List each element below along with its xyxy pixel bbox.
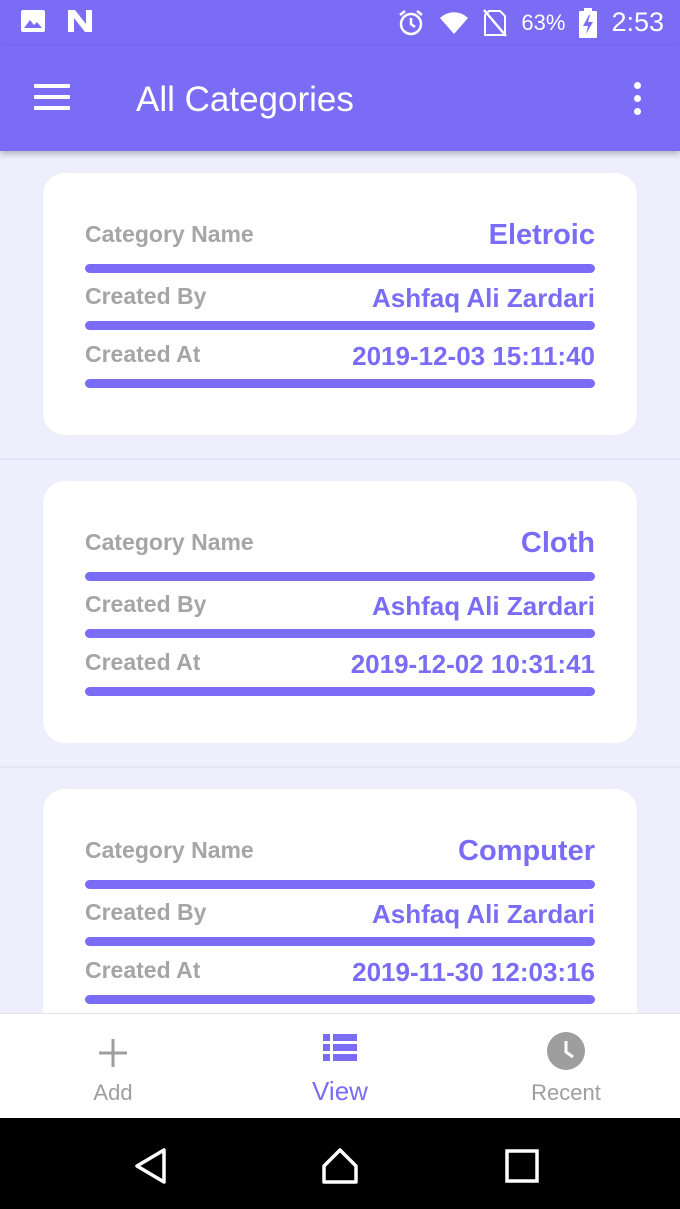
created-at-label: Created At xyxy=(85,341,201,367)
category-card: Category Name Cloth Created By Ashfaq Al… xyxy=(0,459,680,767)
category-card: Category Name Computer Created By Ashfaq… xyxy=(0,767,680,1013)
category-name-label: Category Name xyxy=(85,221,254,247)
category-name-value: Eletroic xyxy=(488,219,595,251)
category-name-label: Category Name xyxy=(85,529,254,555)
home-icon[interactable] xyxy=(321,1147,359,1185)
divider-bar xyxy=(85,995,595,1004)
no-sim-icon xyxy=(483,8,508,37)
image-icon xyxy=(20,9,46,33)
system-navigation-bar xyxy=(0,1118,680,1209)
category-name-value: Computer xyxy=(458,835,595,867)
created-by-row: Created By Ashfaq Ali Zardari xyxy=(85,897,595,949)
created-by-value: Ashfaq Ali Zardari xyxy=(372,283,595,313)
category-name-row: Category Name Computer xyxy=(85,835,595,889)
created-at-row: Created At 2019-12-02 10:31:41 xyxy=(85,647,595,699)
created-at-value: 2019-11-30 12:03:16 xyxy=(352,957,595,987)
n-notification-icon xyxy=(66,8,94,34)
list-icon xyxy=(323,1034,357,1062)
category-card-body: Category Name Cloth Created By Ashfaq Al… xyxy=(43,481,637,743)
back-icon[interactable] xyxy=(134,1148,168,1184)
divider-bar xyxy=(85,572,595,581)
created-at-label: Created At xyxy=(85,957,201,983)
bottom-navigation: Add View Recent xyxy=(0,1013,680,1118)
recents-icon[interactable] xyxy=(505,1149,539,1183)
created-by-label: Created By xyxy=(85,899,207,925)
category-card-body: Category Name Computer Created By Ashfaq… xyxy=(43,789,637,1013)
battery-percent: 63% xyxy=(521,9,566,35)
category-name-value: Cloth xyxy=(520,527,595,559)
clock-icon xyxy=(547,1032,585,1070)
category-card: Category Name Eletroic Created By Ashfaq… xyxy=(0,151,680,459)
created-at-row: Created At 2019-11-30 12:03:16 xyxy=(85,955,595,1007)
divider-bar xyxy=(85,321,595,330)
created-at-value: 2019-12-03 15:11:40 xyxy=(352,341,595,371)
divider-bar xyxy=(85,880,595,889)
nav-add-label: Add xyxy=(93,1080,133,1105)
category-name-row: Category Name Eletroic xyxy=(85,219,595,273)
divider-bar xyxy=(85,687,595,696)
created-by-value: Ashfaq Ali Zardari xyxy=(372,591,595,621)
created-at-label: Created At xyxy=(85,649,201,675)
plus-icon xyxy=(98,1038,128,1068)
divider-bar xyxy=(85,379,595,388)
category-list[interactable]: Category Name Eletroic Created By Ashfaq… xyxy=(0,151,680,1013)
nav-recent[interactable]: Recent xyxy=(453,1014,679,1119)
status-time: 2:53 xyxy=(611,7,664,37)
created-by-label: Created By xyxy=(85,283,207,309)
created-by-row: Created By Ashfaq Ali Zardari xyxy=(85,281,595,333)
nav-view[interactable]: View xyxy=(227,1014,453,1119)
category-card-body: Category Name Eletroic Created By Ashfaq… xyxy=(43,173,637,435)
status-bar: 63% 2:53 xyxy=(0,0,680,46)
nav-add[interactable]: Add xyxy=(0,1014,226,1119)
divider-bar xyxy=(85,264,595,273)
created-by-row: Created By Ashfaq Ali Zardari xyxy=(85,589,595,641)
more-vert-icon[interactable] xyxy=(630,82,646,116)
created-by-value: Ashfaq Ali Zardari xyxy=(372,899,595,929)
created-by-label: Created By xyxy=(85,591,207,617)
battery-charging-icon xyxy=(579,7,598,38)
category-name-row: Category Name Cloth xyxy=(85,527,595,581)
nav-view-label: View xyxy=(312,1076,368,1106)
wifi-icon xyxy=(439,10,469,36)
created-at-row: Created At 2019-12-03 15:11:40 xyxy=(85,339,595,391)
divider-bar xyxy=(85,937,595,946)
alarm-icon xyxy=(397,9,425,37)
divider-bar xyxy=(85,629,595,638)
app-bar: All Categories xyxy=(0,46,680,151)
nav-recent-label: Recent xyxy=(531,1080,601,1105)
created-at-value: 2019-12-02 10:31:41 xyxy=(350,649,595,679)
menu-icon[interactable] xyxy=(34,84,72,112)
page-title: All Categories xyxy=(136,80,354,119)
category-name-label: Category Name xyxy=(85,837,254,863)
